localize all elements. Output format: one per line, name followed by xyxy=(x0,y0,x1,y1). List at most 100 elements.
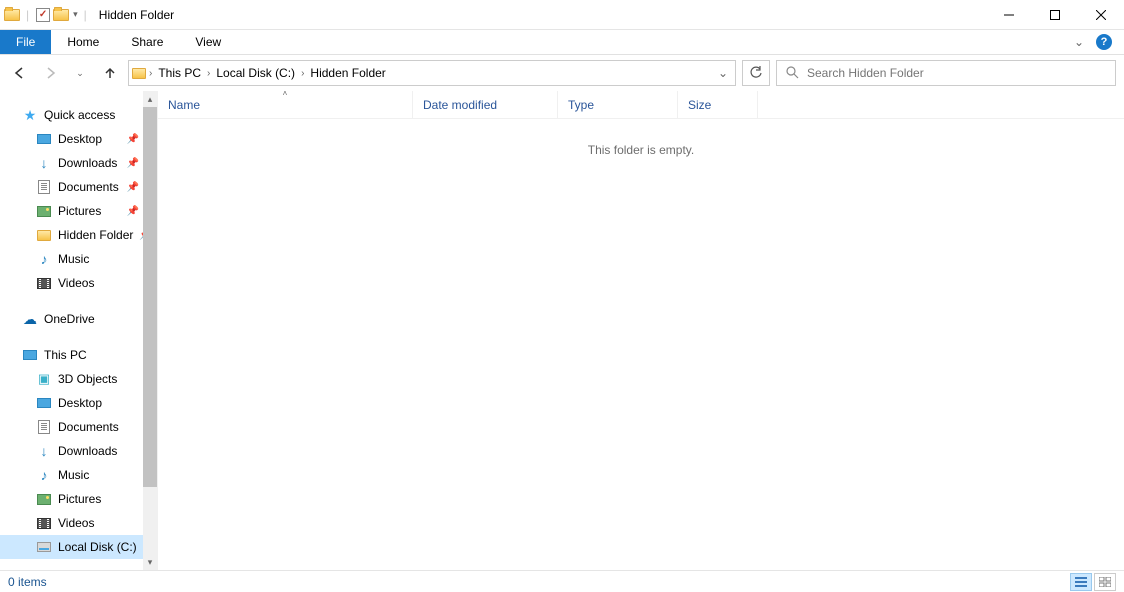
minimize-button[interactable] xyxy=(986,0,1032,30)
details-view-button[interactable] xyxy=(1070,573,1092,591)
pic-icon xyxy=(36,491,52,507)
folder-icon[interactable] xyxy=(53,7,69,23)
close-button[interactable] xyxy=(1078,0,1124,30)
ribbon-expand-icon[interactable]: ⌄ xyxy=(1074,30,1084,54)
sidebar-item-videos[interactable]: Videos xyxy=(0,511,157,535)
column-type[interactable]: Type xyxy=(558,91,678,118)
desktop-icon xyxy=(36,395,52,411)
sidebar-item-label: Videos xyxy=(58,276,94,290)
scroll-up-icon[interactable]: ▴ xyxy=(143,91,157,107)
refresh-button[interactable] xyxy=(742,60,770,86)
scroll-thumb[interactable] xyxy=(143,107,157,487)
chevron-right-icon[interactable]: › xyxy=(149,68,152,79)
breadcrumb-thispc[interactable]: This PC xyxy=(154,66,205,80)
back-button[interactable] xyxy=(8,61,32,85)
3d-icon: ▣ xyxy=(36,371,52,387)
main-area: ★Quick accessDesktop📌↓Downloads📌Document… xyxy=(0,91,1124,570)
sidebar-item-music[interactable]: ♪ Music xyxy=(0,247,157,271)
pin-icon: 📌 xyxy=(127,158,139,169)
sidebar-item-label: Desktop xyxy=(58,132,102,146)
sidebar-item-documents[interactable]: Documents xyxy=(0,415,157,439)
sidebar-item-pictures[interactable]: Pictures 📌 xyxy=(0,199,157,223)
sidebar-item-desktop[interactable]: Desktop xyxy=(0,391,157,415)
sidebar-item-videos[interactable]: Videos xyxy=(0,271,157,295)
sidebar-item-hidden-folder[interactable]: Hidden Folder📌 xyxy=(0,223,157,247)
sidebar-item-label: Pictures xyxy=(58,492,101,506)
pc-icon xyxy=(22,347,38,363)
sidebar-item-desktop[interactable]: Desktop📌 xyxy=(0,127,157,151)
music-icon: ♪ xyxy=(36,251,52,267)
sidebar-item-downloads[interactable]: ↓ Downloads 📌 xyxy=(0,151,157,175)
chevron-right-icon[interactable]: › xyxy=(301,68,304,79)
doc-icon xyxy=(36,419,52,435)
tab-file[interactable]: File xyxy=(0,30,51,54)
search-input[interactable] xyxy=(807,66,1107,80)
search-icon xyxy=(785,65,799,82)
breadcrumb-drive[interactable]: Local Disk (C:) xyxy=(212,66,299,80)
pin-icon: 📌 xyxy=(127,182,139,193)
sidebar-item-label: Downloads xyxy=(58,156,117,170)
column-label: Name xyxy=(168,98,200,112)
sidebar-item-3d-objects[interactable]: ▣ 3D Objects xyxy=(0,367,157,391)
help-button[interactable]: ? xyxy=(1092,30,1116,54)
properties-icon[interactable]: ✓ xyxy=(35,7,51,23)
pin-icon: 📌 xyxy=(127,206,139,217)
forward-button[interactable] xyxy=(38,61,62,85)
sidebar-item-local-disk-c-[interactable]: Local Disk (C:) xyxy=(0,535,157,559)
sidebar-item-pictures[interactable]: Pictures xyxy=(0,487,157,511)
column-size[interactable]: Size xyxy=(678,91,758,118)
column-headers: Name ˄ Date modified Type Size xyxy=(158,91,1124,119)
breadcrumb-folder[interactable]: Hidden Folder xyxy=(306,66,389,80)
sidebar-scrollbar[interactable]: ▴ ▾ xyxy=(143,91,157,570)
down-icon: ↓ xyxy=(36,443,52,459)
sidebar-item-label: OneDrive xyxy=(44,312,95,326)
search-box[interactable] xyxy=(776,60,1116,86)
thumbnails-view-button[interactable] xyxy=(1094,573,1116,591)
view-switcher xyxy=(1070,573,1116,591)
title-bar: | ✓ ▾ | Hidden Folder xyxy=(0,0,1124,30)
doc-icon xyxy=(36,179,52,195)
sidebar-item-label: Music xyxy=(58,468,89,482)
sidebar-item-label: Pictures xyxy=(58,204,101,218)
sidebar-item-label: Music xyxy=(58,252,89,266)
separator: | xyxy=(26,8,29,22)
up-button[interactable] xyxy=(98,61,122,85)
sidebar-item-documents[interactable]: Documents 📌 xyxy=(0,175,157,199)
item-count: 0 items xyxy=(8,575,47,589)
down-icon: ↓ xyxy=(36,155,52,171)
column-date[interactable]: Date modified xyxy=(413,91,558,118)
sidebar-item-music[interactable]: ♪ Music xyxy=(0,463,157,487)
sort-indicator-icon: ˄ xyxy=(283,89,288,98)
sidebar-item-downloads[interactable]: ↓Downloads xyxy=(0,439,157,463)
music-icon: ♪ xyxy=(36,467,52,483)
sidebar-item-label: 3D Objects xyxy=(58,372,117,386)
scroll-down-icon[interactable]: ▾ xyxy=(143,554,157,570)
chevron-right-icon[interactable]: › xyxy=(207,68,210,79)
sidebar-item-label: Documents xyxy=(58,180,119,194)
window-controls xyxy=(986,0,1124,30)
pic-icon xyxy=(36,203,52,219)
folder-icon xyxy=(131,65,147,81)
star-icon: ★ xyxy=(22,107,38,123)
address-dropdown-icon[interactable]: ⌄ xyxy=(713,66,733,80)
qat-dropdown-icon[interactable]: ▾ xyxy=(73,9,78,20)
cloud-icon: ☁ xyxy=(22,311,38,327)
sidebar-item-label: Documents xyxy=(58,420,119,434)
sidebar-item-label: Local Disk (C:) xyxy=(58,540,137,554)
empty-folder-message: This folder is empty. xyxy=(158,119,1124,157)
sidebar-item-label: Desktop xyxy=(58,396,102,410)
sidebar-item-label: This PC xyxy=(44,348,87,362)
sidebar-onedrive[interactable]: ☁ OneDrive xyxy=(0,307,157,331)
column-name[interactable]: Name ˄ xyxy=(158,91,413,118)
tab-share[interactable]: Share xyxy=(115,30,179,54)
recent-dropdown-icon[interactable]: ⌄ xyxy=(68,61,92,85)
status-bar: 0 items xyxy=(0,570,1124,592)
tab-home[interactable]: Home xyxy=(51,30,115,54)
maximize-button[interactable] xyxy=(1032,0,1078,30)
address-bar[interactable]: › This PC › Local Disk (C:) › Hidden Fol… xyxy=(128,60,736,86)
sidebar-thispc[interactable]: This PC xyxy=(0,343,157,367)
folder-icon xyxy=(4,7,20,23)
navigation-pane: ★Quick accessDesktop📌↓Downloads📌Document… xyxy=(0,91,158,570)
sidebar-quickaccess[interactable]: ★Quick access xyxy=(0,103,157,127)
tab-view[interactable]: View xyxy=(179,30,237,54)
